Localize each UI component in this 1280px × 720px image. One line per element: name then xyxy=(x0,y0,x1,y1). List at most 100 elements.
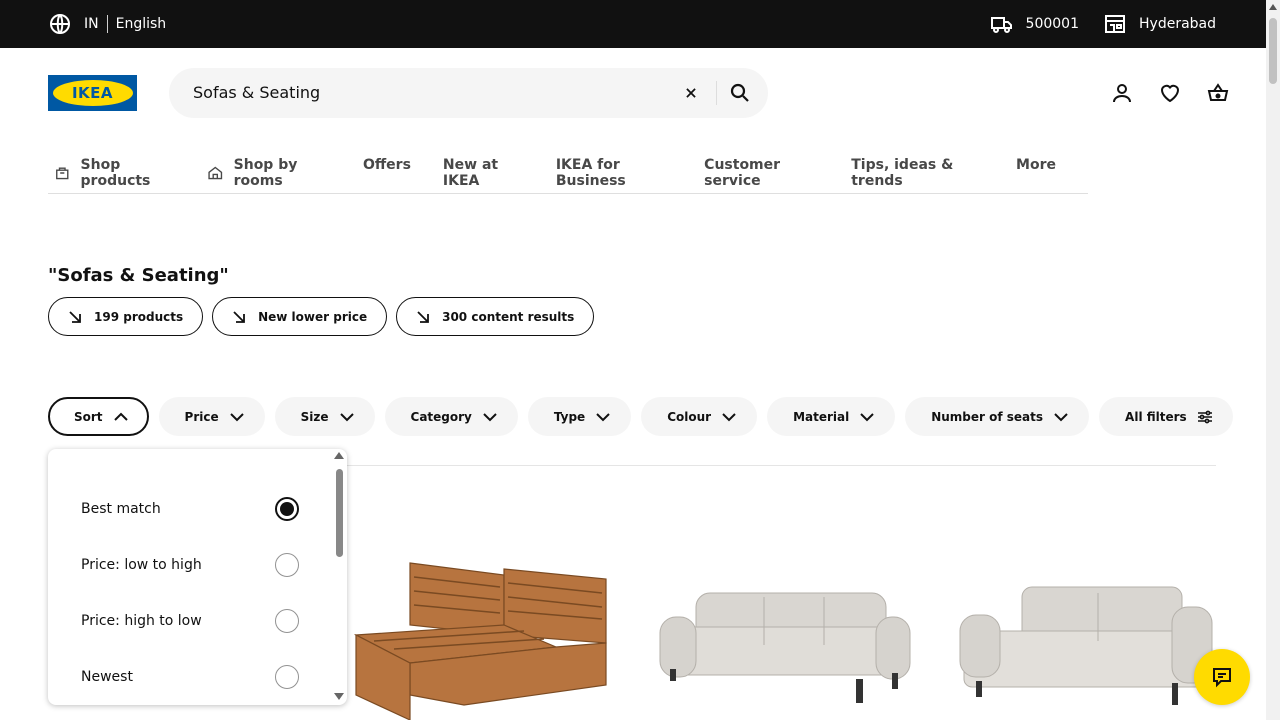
store-selector[interactable]: Hyderabad xyxy=(1103,12,1216,36)
filter-label: Colour xyxy=(667,409,712,424)
arrow-down-right-icon xyxy=(417,310,430,323)
filter-label: Number of seats xyxy=(931,409,1044,424)
filter-label: Material xyxy=(793,409,850,424)
nav-more[interactable]: More xyxy=(1016,139,1056,173)
home-icon xyxy=(208,166,223,180)
page-scroll-thumb[interactable] xyxy=(1269,18,1277,84)
type-filter-button[interactable]: Type xyxy=(527,397,632,436)
sort-option-label: Newest xyxy=(81,669,133,685)
price-filter-button[interactable]: Price xyxy=(158,397,265,436)
language-label: English xyxy=(115,16,167,32)
arrow-down-right-icon xyxy=(69,310,81,323)
chevron-down-icon xyxy=(339,412,354,421)
close-icon xyxy=(686,88,696,98)
all-filters-button[interactable]: All filters xyxy=(1099,397,1233,436)
nav-label: Shop by rooms xyxy=(233,157,298,189)
divider xyxy=(716,81,717,105)
search-bar[interactable]: Sofas & Seating xyxy=(169,68,768,118)
nav-label: Shop products xyxy=(80,157,151,189)
pill-label: 300 content results xyxy=(442,309,575,324)
filter-label: Price xyxy=(184,409,219,424)
sliders-icon xyxy=(1197,410,1212,423)
delivery-pincode[interactable]: 500001 xyxy=(990,12,1079,36)
search-icon xyxy=(730,83,749,102)
ikea-logo[interactable]: IKEA xyxy=(48,75,137,111)
filter-bar: Sort Price Size Category Type Colour Mat… xyxy=(48,397,1233,436)
store-icon xyxy=(1105,15,1125,33)
chat-button[interactable] xyxy=(1194,649,1250,705)
store-label: Hyderabad xyxy=(1139,16,1216,32)
truck-icon xyxy=(990,17,1012,33)
pincode-label: 500001 xyxy=(1025,16,1079,32)
chevron-down-icon xyxy=(1054,412,1068,421)
product-image-sofa-bed[interactable] xyxy=(958,585,1214,711)
sort-radio-newest[interactable] xyxy=(275,665,299,689)
scroll-up-arrow[interactable] xyxy=(1269,4,1277,10)
product-image-wooden-seating[interactable] xyxy=(354,555,610,720)
material-filter-button[interactable]: Material xyxy=(767,397,896,436)
scroll-down-arrow[interactable] xyxy=(334,693,344,700)
chevron-down-icon xyxy=(229,412,244,421)
content-results-button[interactable]: 300 content results xyxy=(396,297,595,336)
chevron-up-icon xyxy=(113,412,128,421)
chevron-down-icon xyxy=(722,412,736,421)
results-title: "Sofas & Seating" xyxy=(48,265,229,286)
sort-option-price-low-high[interactable]: Price: low to high xyxy=(81,550,301,580)
product-image-grey-sofa[interactable] xyxy=(656,587,912,707)
sort-radio-best-match[interactable] xyxy=(275,497,299,521)
globe-icon xyxy=(50,14,70,34)
arrow-down-right-icon xyxy=(233,310,246,323)
sort-dropdown: Best match Price: low to high Price: hig… xyxy=(48,449,347,705)
nav-ikea-for-business[interactable]: IKEA for Business xyxy=(556,139,672,189)
heart-icon[interactable] xyxy=(1158,81,1182,105)
logo-oval: IKEA xyxy=(52,80,133,106)
search-input[interactable]: Sofas & Seating xyxy=(193,83,320,102)
scroll-up-arrow[interactable] xyxy=(334,452,344,459)
filter-label: All filters xyxy=(1125,409,1187,424)
nav-label: Offers xyxy=(362,157,411,173)
category-filter-button[interactable]: Category xyxy=(384,397,518,436)
shopping-bag-icon xyxy=(56,167,69,180)
sort-radio-price-high-low[interactable] xyxy=(275,609,299,633)
nav-label: Tips, ideas & trends xyxy=(851,157,954,189)
number-of-seats-filter-button[interactable]: Number of seats xyxy=(905,397,1090,436)
size-filter-button[interactable]: Size xyxy=(274,397,375,436)
account-icon[interactable] xyxy=(1110,81,1134,105)
nav-tips-ideas-trends[interactable]: Tips, ideas & trends xyxy=(851,139,984,189)
nav-shop-by-rooms[interactable]: Shop by rooms xyxy=(207,139,331,189)
dropdown-scroll-thumb[interactable] xyxy=(336,469,343,557)
divider xyxy=(106,15,108,33)
sort-option-best-match[interactable]: Best match xyxy=(81,494,301,524)
cart-icon[interactable] xyxy=(1206,81,1230,105)
filter-label: Sort xyxy=(74,409,103,424)
filter-label: Type xyxy=(553,409,586,424)
chevron-down-icon xyxy=(483,412,497,421)
filter-label: Size xyxy=(300,409,329,424)
nav-shop-products[interactable]: Shop products xyxy=(54,139,175,189)
nav-offers[interactable]: Offers xyxy=(363,139,411,173)
nav-label: IKEA for Business xyxy=(555,157,626,189)
pill-label: 199 products xyxy=(94,309,184,324)
filter-label: Category xyxy=(410,409,472,424)
sort-radio-price-low-high[interactable] xyxy=(275,553,299,577)
logo-text: IKEA xyxy=(71,84,114,102)
sort-option-label: Price: high to low xyxy=(81,613,202,629)
sort-option-newest[interactable]: Newest xyxy=(81,662,301,692)
nav-label: Customer service xyxy=(704,157,781,189)
sort-option-label: Price: low to high xyxy=(81,557,202,573)
products-count-button[interactable]: 199 products xyxy=(48,297,204,336)
sort-option-price-high-low[interactable]: Price: high to low xyxy=(81,606,301,636)
colour-filter-button[interactable]: Colour xyxy=(641,397,758,436)
nav-customer-service[interactable]: Customer service xyxy=(704,139,819,189)
chevron-down-icon xyxy=(596,412,610,421)
sort-filter-button[interactable]: Sort xyxy=(48,397,149,436)
new-lower-price-button[interactable]: New lower price xyxy=(212,297,388,336)
nav-new-at-ikea[interactable]: New at IKEA xyxy=(443,139,524,189)
chevron-down-icon xyxy=(860,412,874,421)
page-scrollbar[interactable] xyxy=(1266,0,1280,720)
clear-search-button[interactable] xyxy=(679,81,703,105)
language-selector[interactable]: IN English xyxy=(48,12,166,36)
search-button[interactable] xyxy=(728,81,752,105)
divider xyxy=(330,465,1216,466)
main-nav: Shop products Shop by rooms Offers New a… xyxy=(48,139,1088,194)
